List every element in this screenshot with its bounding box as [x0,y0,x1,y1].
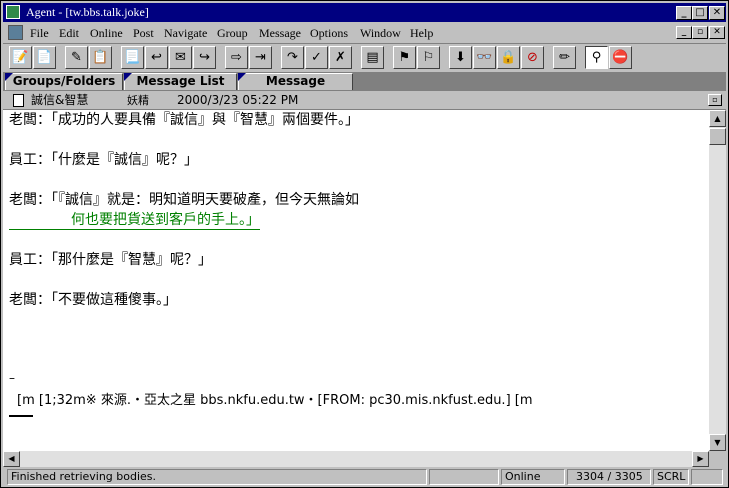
application-window: Agent - [tw.bbs.talk.joke] _ □ ✕ File Ed… [0,0,729,488]
size-box [709,451,726,467]
watch-icon[interactable]: 👓 [473,46,496,69]
message-body[interactable]: 老闆：「成功的人要具備『誠信』與『智慧』兩個要件。」 員工：「什麼是『誠信』呢？… [3,110,709,451]
menu-navigate[interactable]: Navigate [164,26,207,40]
new-post-alt-icon[interactable]: 📄 [33,46,56,69]
status-count: 3304 / 3305 [567,469,651,485]
lock-icon[interactable]: 🔒 [497,46,520,69]
download-icon[interactable]: ⬇ [449,46,472,69]
mark-read-icon[interactable]: ✓ [305,46,328,69]
doc-close-button[interactable]: ✕ [709,26,725,39]
title-bar[interactable]: Agent - [tw.bbs.talk.joke] _ □ ✕ [3,3,726,22]
message-date: 2000/3/23 05:22 PM [177,93,299,107]
scroll-left-button[interactable]: ◀ [3,451,20,467]
stop-icon[interactable]: ⛔ [609,46,632,69]
menu-bar: File Edit Online Post Navigate Group Mes… [3,23,726,42]
menu-online[interactable]: Online [90,26,123,40]
forward-alt-icon[interactable]: ⇨ [225,46,248,69]
vertical-scrollbar[interactable]: ▲ ▼ [709,110,726,451]
status-bar: Finished retrieving bodies. Online 3304 … [3,468,726,486]
copy-icon[interactable]: 📋 [89,46,112,69]
message-header: 誠信&智慧 妖精 2000/3/23 05:22 PM ▫ [3,92,726,110]
tab-message-list[interactable]: Message List [124,73,237,90]
message-author: 妖精 [127,94,149,107]
pane-restore-button[interactable]: ▫ [708,94,722,106]
forward-icon[interactable]: ↪ [193,46,216,69]
signature-dash: – [9,371,15,385]
tab-list-label: Message List [136,74,225,88]
tree-view-icon[interactable]: ⚲ [585,46,608,69]
menu-message[interactable]: Message [259,26,301,40]
highlighter-icon[interactable]: ✏ [553,46,576,69]
view-tabs: Groups/Folders Message List Message [3,72,726,91]
body-line: 員工：「什麼是『誠信』呢？」 [9,152,198,168]
reply-post-icon[interactable]: ↩ [145,46,168,69]
link-line[interactable]: 何也要把貨送到客戶的手上。」 [3,212,260,230]
tab-message[interactable]: Message [238,73,353,90]
menu-edit[interactable]: Edit [59,26,79,40]
text-cursor [9,415,33,417]
flag-icon[interactable]: ⚑ [393,46,416,69]
flag-thread-icon[interactable]: ⚐ [417,46,440,69]
scroll-right-button[interactable]: ▶ [692,451,709,467]
maximize-button[interactable]: □ [692,6,708,20]
menu-window[interactable]: Window [360,26,401,40]
body-line: 老闆：「『誠信』就是：明知道明天要破產，但今天無論如 [9,192,359,208]
menu-help[interactable]: Help [410,26,433,40]
doc-minimize-button[interactable]: _ [676,26,692,39]
tab-message-label: Message [265,74,326,88]
body-line: 員工：「那什麼是『智慧』呢？」 [9,252,212,268]
tab-groups-label: Groups/Folders [12,74,116,88]
menu-group[interactable]: Group [217,26,248,40]
menu-options[interactable]: Options [310,26,348,40]
status-text: Finished retrieving bodies. [7,469,427,485]
doc-restore-button[interactable]: ▫ [692,26,708,39]
scroll-thumb[interactable] [709,128,726,145]
status-online: Online [501,469,565,485]
close-button[interactable]: ✕ [709,6,725,20]
new-post-icon[interactable]: 📝 [9,46,32,69]
signature-line: [m [1;32m※ 來源.・亞太之星 bbs.nkfu.edu.tw・[FRO… [17,393,533,408]
body-line: 老闆：「不要做這種傻事。」 [9,292,177,308]
tab-groups-folders[interactable]: Groups/Folders [5,73,123,90]
app-icon[interactable] [6,5,20,19]
body-line: 老闆：「成功的人要具備『誠信』與『智慧』兩個要件。」 [9,112,359,128]
horizontal-scrollbar[interactable]: ◀ ▶ [3,451,726,467]
status-blank-2 [691,469,723,485]
menu-post[interactable]: Post [133,26,154,40]
menu-file[interactable]: File [30,26,49,40]
document-icon [13,94,24,107]
toolbar: 📝 📄 ✎ 📋 📃 ↩ ✉ ↪ ⇨ ⇥ ↷ ✓ ✗ ▤ ⚑ ⚐ ⬇ 👓 🔒 ⊘ … [3,43,726,73]
new-message-icon[interactable]: 📃 [121,46,144,69]
minimize-button[interactable]: _ [676,6,692,20]
html-view-icon[interactable]: ▤ [361,46,384,69]
window-title: Agent - [tw.bbs.talk.joke] [26,5,149,19]
skip-icon[interactable]: ⇥ [249,46,272,69]
skip-thread-icon[interactable]: ↷ [281,46,304,69]
cancel-icon[interactable]: ⊘ [521,46,544,69]
reply-message-icon[interactable]: ✉ [169,46,192,69]
message-subject: 誠信&智慧 [31,93,89,107]
edit-post-icon[interactable]: ✎ [65,46,88,69]
scroll-up-button[interactable]: ▲ [709,110,726,127]
document-window-icon[interactable] [8,25,23,40]
link-text[interactable]: 何也要把貨送到客戶的手上。」 [9,212,260,230]
status-blank [429,469,499,485]
scroll-down-button[interactable]: ▼ [709,434,726,451]
unmark-icon[interactable]: ✗ [329,46,352,69]
status-scrl: SCRL [653,469,689,485]
